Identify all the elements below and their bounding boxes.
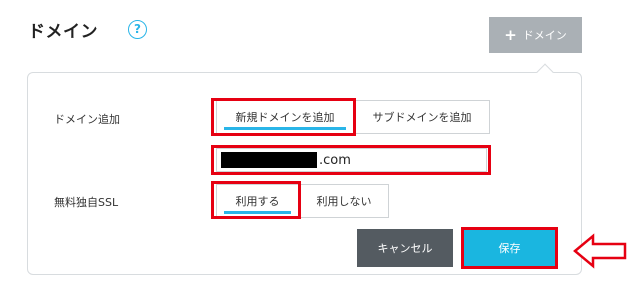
- subdomain-option[interactable]: サブドメインを追加: [354, 100, 490, 134]
- new-domain-option[interactable]: 新規ドメインを追加: [216, 100, 354, 134]
- arrow-left-outline-icon: [573, 233, 627, 269]
- domain-suffix: .com: [319, 152, 351, 168]
- save-button[interactable]: 保存: [463, 229, 556, 267]
- plus-icon: +: [504, 25, 517, 44]
- cancel-button[interactable]: キャンセル: [357, 229, 453, 267]
- ssl-no-use-option[interactable]: 利用しない: [299, 184, 389, 218]
- domain-add-label: ドメイン追加: [54, 113, 120, 126]
- ssl-use-option[interactable]: 利用する: [216, 184, 299, 218]
- add-domain-button[interactable]: + ドメイン: [489, 17, 582, 53]
- help-icon[interactable]: ?: [128, 20, 147, 39]
- ssl-label: 無料独自SSL: [54, 196, 119, 209]
- add-domain-button-label: ドメイン: [522, 29, 567, 42]
- domain-input[interactable]: .com: [216, 148, 487, 172]
- page-title: ドメイン: [28, 22, 98, 42]
- redacted-domain-name: [221, 152, 317, 168]
